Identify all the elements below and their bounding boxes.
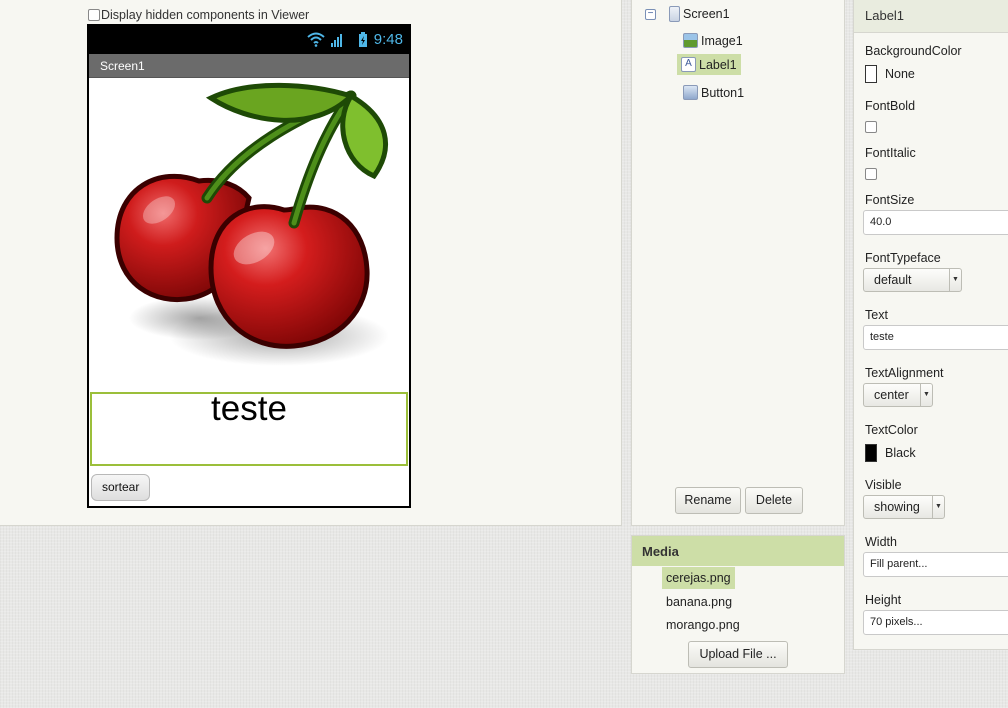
dropdown-arrow-icon: ▼	[920, 384, 932, 406]
tree-item-label: Screen1	[683, 7, 730, 21]
display-hidden-toggle[interactable]: Display hidden components in Viewer	[88, 8, 309, 22]
status-bar: 9:48	[89, 26, 409, 54]
tree-item-label1[interactable]: A Label1	[677, 54, 741, 75]
prop-label-visible: Visible	[865, 478, 902, 492]
width-input[interactable]: Fill parent...	[863, 552, 1008, 577]
tree-item-label: Button1	[701, 85, 745, 100]
prop-label-backgroundcolor: BackgroundColor	[865, 44, 962, 58]
viewer-panel: Display hidden components in Viewer 9:48…	[0, 0, 622, 526]
display-hidden-checkbox[interactable]	[88, 9, 100, 21]
tree-item-screen1[interactable]: Screen1	[669, 6, 730, 22]
textcolor-value[interactable]: Black	[885, 446, 916, 460]
components-panel: − Screen1 Image1 A Label1 Button1 Rename…	[631, 0, 845, 526]
label1-text: teste	[211, 389, 287, 428]
textcolor-swatch[interactable]	[865, 444, 877, 462]
screen-title-bar: Screen1	[89, 54, 409, 78]
button1-preview[interactable]: sortear	[91, 474, 151, 501]
wifi-icon	[307, 32, 325, 47]
label-icon: A	[681, 57, 696, 72]
media-file-banana[interactable]: banana.png	[662, 591, 736, 613]
cherries-image	[114, 82, 389, 366]
backgroundcolor-swatch[interactable]	[865, 65, 877, 83]
status-time: 9:48	[373, 31, 403, 48]
dropdown-arrow-icon: ▼	[949, 269, 961, 291]
screen-title: Screen1	[100, 59, 145, 73]
tree-item-button1[interactable]: Button1	[683, 85, 744, 100]
media-header: Media	[632, 536, 844, 566]
visible-select[interactable]: showing ▼	[863, 495, 945, 519]
image-icon	[683, 33, 698, 48]
tree-item-image1[interactable]: Image1	[683, 33, 743, 48]
fontitalic-checkbox[interactable]	[865, 168, 877, 180]
backgroundcolor-value[interactable]: None	[885, 67, 915, 81]
image1-preview[interactable]	[89, 78, 409, 392]
prop-label-height: Height	[865, 593, 902, 607]
height-input[interactable]: 70 pixels...	[863, 610, 1008, 635]
textalignment-select[interactable]: center ▼	[863, 383, 933, 407]
label1-preview[interactable]: teste	[90, 389, 408, 466]
delete-button[interactable]: Delete	[745, 487, 803, 514]
tree-item-label: Image1	[701, 33, 743, 48]
properties-panel: Label1 BackgroundColor None FontBold Fon…	[853, 0, 1008, 650]
media-panel: Media cerejas.png banana.png morango.png…	[631, 535, 845, 674]
screen-icon	[669, 6, 680, 22]
collapse-icon[interactable]: −	[645, 9, 656, 20]
fontbold-checkbox[interactable]	[865, 121, 877, 133]
prop-label-fonttypeface: FontTypeface	[865, 251, 941, 265]
fonttypeface-value: default	[874, 273, 912, 287]
button-icon	[683, 85, 698, 100]
battery-icon	[358, 31, 367, 47]
fonttypeface-select[interactable]: default ▼	[863, 268, 962, 292]
prop-label-fontsize: FontSize	[865, 193, 915, 207]
upload-file-button[interactable]: Upload File ...	[688, 641, 788, 668]
rename-button[interactable]: Rename	[675, 487, 741, 514]
media-file-cerejas[interactable]: cerejas.png	[662, 567, 735, 589]
textalignment-value: center	[874, 388, 909, 402]
text-input[interactable]: teste	[863, 325, 1008, 350]
prop-label-fontitalic: FontItalic	[865, 146, 916, 160]
fontsize-input[interactable]: 40.0	[863, 210, 1008, 235]
prop-label-width: Width	[865, 535, 897, 549]
phone-preview: 9:48 Screen1 teste sortear	[87, 24, 411, 508]
visible-value: showing	[874, 500, 920, 514]
signal-icon	[330, 33, 342, 47]
prop-label-textcolor: TextColor	[865, 423, 918, 437]
display-hidden-label: Display hidden components in Viewer	[101, 8, 310, 22]
dropdown-arrow-icon: ▼	[932, 496, 944, 518]
prop-label-fontbold: FontBold	[865, 99, 916, 113]
media-file-morango[interactable]: morango.png	[662, 614, 744, 636]
properties-header: Label1	[854, 0, 1008, 33]
prop-label-text: Text	[865, 308, 888, 322]
prop-label-textalignment: TextAlignment	[865, 366, 944, 380]
tree-item-label: Label1	[699, 57, 737, 72]
